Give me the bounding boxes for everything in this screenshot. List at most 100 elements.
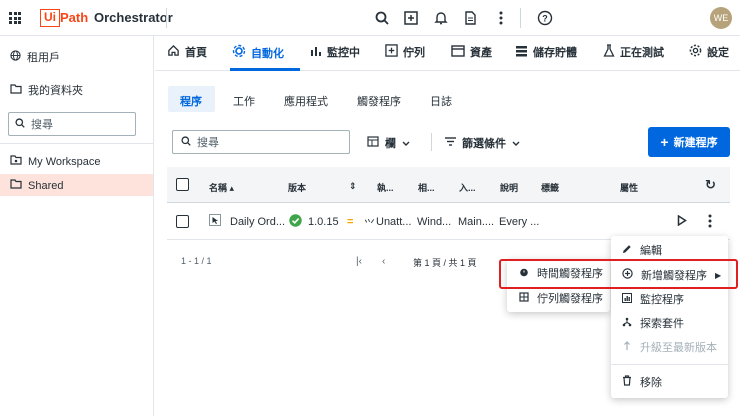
menu-item-explore-package[interactable]: 探索套件 xyxy=(622,311,684,335)
upgrade-icon xyxy=(622,340,632,354)
tab-assets[interactable]: 資產 xyxy=(451,44,492,60)
folder-icon xyxy=(10,83,22,97)
columns-button[interactable]: 欄 xyxy=(367,135,410,151)
execution-type: Unatt... xyxy=(376,216,412,228)
previous-page-icon[interactable]: ‹ xyxy=(382,256,385,267)
tab-label: 監控中 xyxy=(327,47,360,59)
new-process-button[interactable]: + 新建程序 xyxy=(648,127,730,157)
tree-icon xyxy=(622,317,632,330)
menu-item-upgrade-version: 升級至最新版本 xyxy=(622,335,717,359)
folder-sidebar: 租用戶 我的資料夾 搜尋 My Workspace Shared xyxy=(0,36,154,416)
tab-testing[interactable]: 正在測試 xyxy=(603,44,664,60)
trash-icon xyxy=(622,375,632,389)
column-header-description[interactable]: 說明 xyxy=(500,181,518,194)
main-nav: 首頁 自動化 監控中 佇列 資產 儲存貯體 正在測試 設定 xyxy=(155,36,740,71)
tab-label: 自動化 xyxy=(251,47,284,60)
tab-home[interactable]: 首頁 xyxy=(167,44,207,60)
tab-label: 正在測試 xyxy=(620,47,664,59)
bar-chart-icon xyxy=(310,45,322,60)
check-circle-icon xyxy=(289,214,302,230)
apps-grid-icon[interactable] xyxy=(9,12,21,24)
bell-icon[interactable] xyxy=(433,10,449,26)
globe-icon xyxy=(10,50,21,64)
assets-icon xyxy=(451,44,465,60)
process-name[interactable]: Daily Ord... xyxy=(230,216,285,228)
play-icon[interactable] xyxy=(677,214,687,229)
column-header-properties[interactable]: 屬性 xyxy=(620,181,638,194)
more-icon[interactable] xyxy=(493,10,509,26)
menu-item-monitor-process[interactable]: 監控程序 xyxy=(622,287,684,311)
uipath-logo[interactable]: Ui xyxy=(40,9,60,27)
new-process-label: 新建程序 xyxy=(673,137,718,149)
divider xyxy=(0,143,154,144)
column-header-related[interactable]: 相... xyxy=(418,181,435,194)
subtab-logs[interactable]: 日誌 xyxy=(430,93,452,109)
tab-label: 首頁 xyxy=(185,47,207,59)
row-checkbox[interactable] xyxy=(176,215,189,228)
tab-monitoring[interactable]: 監控中 xyxy=(310,44,360,60)
menu-item-label: 監控程序 xyxy=(640,294,684,306)
folder-icon xyxy=(10,179,22,192)
active-tab-indicator xyxy=(230,68,300,71)
uipath-logo-path: Path xyxy=(60,10,89,25)
search-placeholder: 搜尋 xyxy=(31,119,53,131)
column-header-tags[interactable]: 標籤 xyxy=(541,181,559,194)
search-icon[interactable] xyxy=(374,10,390,26)
search-placeholder: 搜尋 xyxy=(197,137,219,149)
row-more-icon[interactable] xyxy=(708,214,712,231)
menu-item-label: 移除 xyxy=(640,377,662,389)
folder-item-shared[interactable]: Shared xyxy=(10,179,63,192)
tab-settings[interactable]: 設定 xyxy=(689,44,729,60)
subtab-apps[interactable]: 應用程式 xyxy=(284,93,328,109)
folder-search-input[interactable]: 搜尋 xyxy=(8,112,136,136)
tab-queues[interactable]: 佇列 xyxy=(385,44,425,60)
menu-item-remove[interactable]: 移除 xyxy=(622,370,662,394)
storage-icon xyxy=(515,45,528,60)
product-name: Orchestrator xyxy=(94,10,173,25)
first-page-icon[interactable]: |‹ xyxy=(356,256,362,267)
pencil-icon xyxy=(622,244,632,257)
menu-item-label: 升級至最新版本 xyxy=(640,342,717,354)
folder-item-my-workspace[interactable]: My Workspace xyxy=(10,155,101,168)
column-header-entry[interactable]: 入... xyxy=(459,181,476,194)
subtab-triggers[interactable]: 觸發程序 xyxy=(357,93,401,109)
queue-trigger-icon xyxy=(519,291,529,305)
tab-storage-buckets[interactable]: 儲存貯體 xyxy=(515,44,577,60)
my-folders-item[interactable]: 我的資料夾 xyxy=(10,82,83,98)
refresh-icon[interactable]: ↻ xyxy=(705,177,716,193)
tenant-item[interactable]: 租用戶 xyxy=(10,49,60,65)
related-column: Wind... xyxy=(417,216,452,228)
chevron-down-icon xyxy=(512,137,520,149)
subtab-processes[interactable]: 程序 xyxy=(180,93,202,109)
help-icon[interactable]: ? xyxy=(537,10,553,26)
tab-label: 佇列 xyxy=(403,47,425,59)
chevron-down-icon xyxy=(402,137,410,149)
filters-button[interactable]: 篩選條件 xyxy=(445,135,520,151)
priority-medium-icon: = xyxy=(347,216,354,228)
gear-icon xyxy=(689,44,702,60)
folder-label: My Workspace xyxy=(28,155,101,168)
column-header-version[interactable]: 版本 xyxy=(288,181,306,194)
tenant-label: 租用戶 xyxy=(27,52,60,64)
menu-item-queue-trigger[interactable]: 佇列觸發程序 xyxy=(519,286,603,310)
sort-icon[interactable]: ⇕ xyxy=(349,181,357,192)
flask-icon xyxy=(603,44,615,60)
top-bar: Ui Path Orchestrator ? WE xyxy=(0,0,740,36)
svg-text:?: ? xyxy=(542,14,548,24)
divider xyxy=(520,8,521,28)
columns-label: 欄 xyxy=(385,138,396,150)
add-box-icon[interactable] xyxy=(403,10,419,26)
highlight-box xyxy=(499,259,738,289)
divider xyxy=(431,133,432,151)
document-icon[interactable] xyxy=(462,10,478,26)
process-search-input[interactable]: 搜尋 xyxy=(172,130,350,154)
column-header-name[interactable]: 名稱 ▴ xyxy=(209,181,234,194)
menu-item-label: 佇列觸發程序 xyxy=(537,293,603,305)
select-all-checkbox[interactable] xyxy=(176,178,189,191)
column-header-execution[interactable]: 執... xyxy=(377,181,394,194)
subtab-jobs[interactable]: 工作 xyxy=(233,93,255,109)
tab-automation[interactable]: 自動化 xyxy=(232,44,284,61)
entry-point: Main.... xyxy=(458,216,495,228)
avatar[interactable]: WE xyxy=(710,7,732,29)
columns-icon xyxy=(367,136,379,150)
